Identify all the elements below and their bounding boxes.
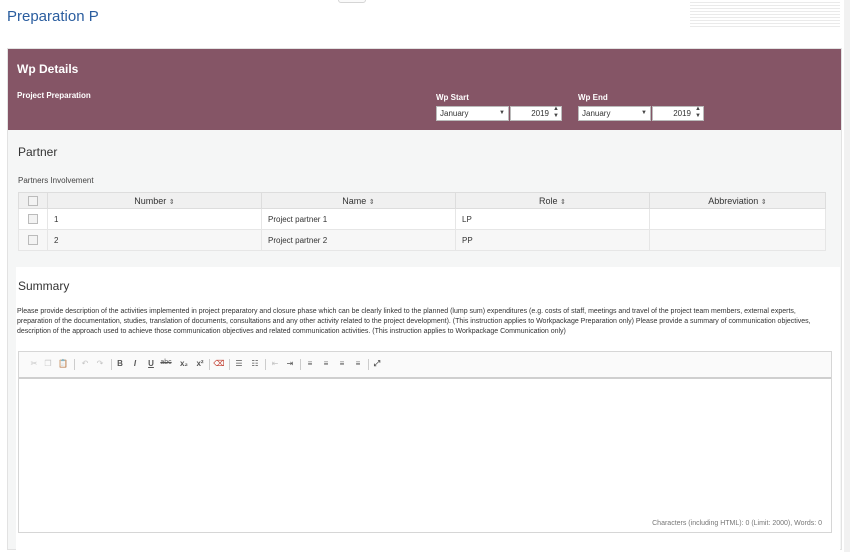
wp-end-label: Wp End: [578, 93, 608, 102]
cell-abbreviation: [649, 208, 826, 230]
select-all-cell[interactable]: [18, 192, 48, 209]
sort-icon: ⇕: [168, 198, 175, 206]
undo-icon[interactable]: ↶: [79, 359, 91, 368]
cell-abbreviation: [649, 229, 826, 251]
justify-icon[interactable]: ≡: [352, 359, 364, 368]
summary-editor[interactable]: ✂ ❐ 📋 ↶ ↷ B I U abc x₂ x² ⌫ ☰ ☷ ⇤ ⇥ ≡ ≡ …: [18, 351, 832, 533]
wp-details-header: Wp Details Project Preparation Wp Start …: [8, 49, 841, 130]
checkbox[interactable]: [28, 195, 38, 206]
chevron-down-icon: ▼: [641, 110, 647, 116]
remove-format-icon[interactable]: ⌫: [213, 359, 225, 368]
outdent-icon[interactable]: ⇤: [269, 359, 281, 368]
align-center-icon[interactable]: ≡: [320, 359, 332, 368]
copy-icon[interactable]: ❐: [42, 359, 54, 368]
table-row[interactable]: 2 Project partner 2 PP: [18, 229, 826, 251]
maximize-icon[interactable]: ⤢: [371, 359, 383, 369]
align-left-icon[interactable]: ≡: [304, 359, 316, 368]
wp-start-label: Wp Start: [436, 93, 469, 102]
top-handle[interactable]: [338, 0, 366, 3]
subscript-icon[interactable]: x₂: [178, 359, 190, 368]
summary-heading: Summary: [18, 279, 70, 293]
sort-icon: ⇕: [760, 198, 767, 206]
spinner-icon[interactable]: ▲ ▼: [553, 106, 559, 120]
sort-icon: ⇕: [368, 198, 375, 206]
column-header-name[interactable]: Name ⇕: [261, 192, 456, 209]
wp-end-year-value: 2019: [673, 109, 691, 118]
spinner-icon[interactable]: ▲ ▼: [695, 106, 701, 120]
row-select-cell[interactable]: [18, 229, 48, 251]
wp-frame: Wp Details Project Preparation Wp Start …: [7, 48, 842, 551]
scrollbar[interactable]: [844, 0, 850, 552]
bulleted-list-icon[interactable]: ☷: [249, 359, 261, 368]
wp-subtitle: Project Preparation: [17, 91, 91, 100]
column-header-abbreviation[interactable]: Abbreviation ⇕: [649, 192, 826, 209]
checkbox[interactable]: [28, 214, 38, 224]
cell-number: 2: [47, 229, 262, 251]
align-right-icon[interactable]: ≡: [336, 359, 348, 368]
wp-end-month-select[interactable]: January ▼: [578, 106, 651, 121]
paste-icon[interactable]: 📋: [57, 359, 69, 368]
checkbox[interactable]: [28, 235, 38, 245]
table-row[interactable]: 1 Project partner 1 LP: [18, 208, 826, 230]
page-title: Preparation P: [7, 8, 99, 25]
numbered-list-icon[interactable]: ☰: [233, 359, 245, 368]
cell-number: 1: [47, 208, 262, 230]
wp-end-month-value: January: [582, 109, 611, 118]
redo-icon[interactable]: ↷: [94, 359, 106, 368]
partners-table: Number ⇕ Name ⇕ Role ⇕ Abbreviation ⇕ 1 …: [18, 192, 826, 251]
sort-icon: ⇕: [560, 198, 566, 206]
partner-heading: Partner: [18, 145, 58, 159]
strikethrough-icon[interactable]: abc: [160, 359, 172, 366]
bold-icon[interactable]: B: [114, 359, 126, 368]
cell-role: PP: [455, 229, 650, 251]
cell-role: LP: [455, 208, 650, 230]
wp-end-year-input[interactable]: 2019 ▲ ▼: [652, 106, 704, 121]
cell-name: Project partner 2: [261, 229, 456, 251]
chevron-down-icon: ▼: [499, 110, 505, 116]
editor-toolbar: ✂ ❐ 📋 ↶ ↷ B I U abc x₂ x² ⌫ ☰ ☷ ⇤ ⇥ ≡ ≡ …: [19, 352, 831, 379]
decorative-lines: [690, 2, 840, 28]
underline-icon[interactable]: U: [145, 359, 157, 368]
wp-start-month-select[interactable]: January ▼: [436, 106, 509, 121]
superscript-icon[interactable]: x²: [194, 359, 206, 368]
wp-start-year-input[interactable]: 2019 ▲ ▼: [510, 106, 562, 121]
italic-icon[interactable]: I: [129, 359, 141, 368]
cell-name: Project partner 1: [261, 208, 456, 230]
column-header-number[interactable]: Number ⇕: [47, 192, 262, 209]
summary-description: Please provide description of the activi…: [17, 308, 811, 335]
cut-icon[interactable]: ✂: [28, 359, 40, 368]
wp-start-year-value: 2019: [531, 109, 549, 118]
partners-involvement-caption: Partners Involvement: [18, 176, 94, 185]
wp-start-month-value: January: [440, 109, 469, 118]
character-counter: Characters (including HTML): 0 (Limit: 2…: [652, 520, 822, 527]
column-header-role[interactable]: Role ⇕: [455, 192, 650, 209]
indent-icon[interactable]: ⇥: [284, 359, 296, 368]
wp-details-title: Wp Details: [17, 62, 79, 76]
row-select-cell[interactable]: [18, 208, 48, 230]
